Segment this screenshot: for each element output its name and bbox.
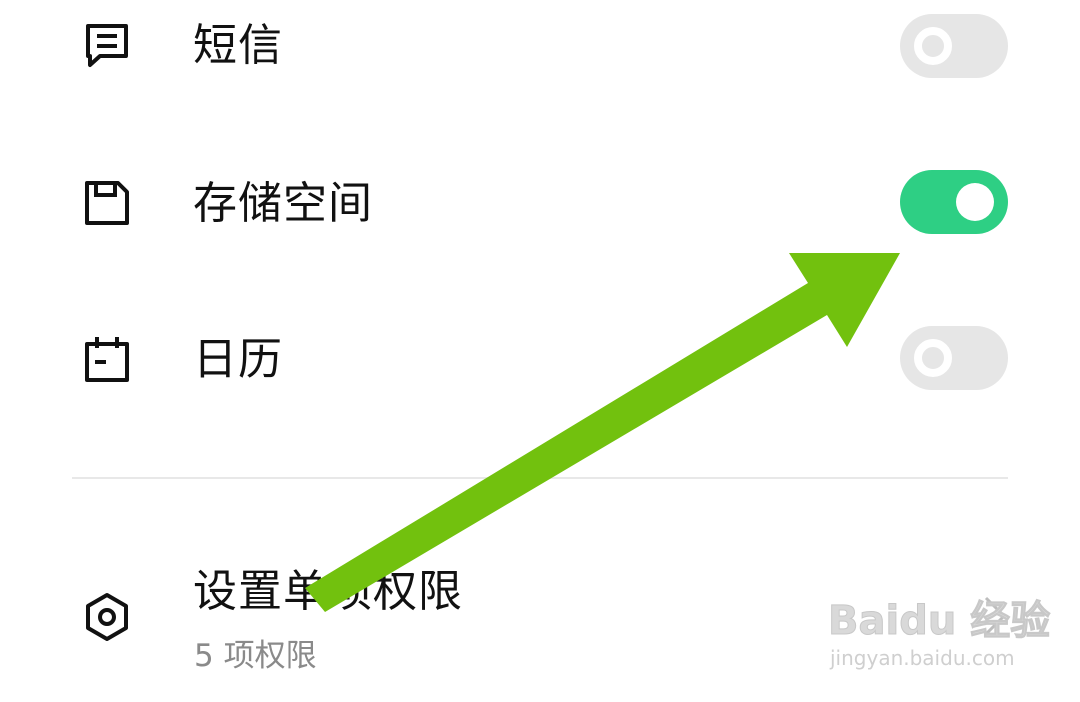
single-permission-subtitle: 5 项权限 — [194, 638, 317, 674]
message-icon — [82, 20, 132, 70]
toggle-knob — [914, 339, 952, 377]
storage-icon — [82, 178, 132, 228]
storage-toggle[interactable] — [900, 170, 1008, 234]
toggle-knob — [956, 183, 994, 221]
watermark-url: jingyan.baidu.com — [830, 646, 1015, 670]
permission-label-sms: 短信 — [193, 20, 283, 71]
baidu-watermark: Baidu 经验 jingyan.baidu.com — [827, 588, 1050, 678]
hexagon-settings-icon — [82, 592, 132, 642]
calendar-icon — [82, 334, 132, 384]
permission-label-calendar: 日历 — [193, 334, 283, 385]
calendar-toggle[interactable] — [900, 326, 1008, 390]
section-divider — [72, 477, 1008, 479]
watermark-brand: Baidu 经验 — [827, 598, 1051, 645]
single-permission-title: 设置单项权限 — [193, 566, 463, 617]
permission-label-storage: 存储空间 — [193, 178, 373, 229]
toggle-knob — [914, 27, 952, 65]
sms-toggle[interactable] — [900, 14, 1008, 78]
